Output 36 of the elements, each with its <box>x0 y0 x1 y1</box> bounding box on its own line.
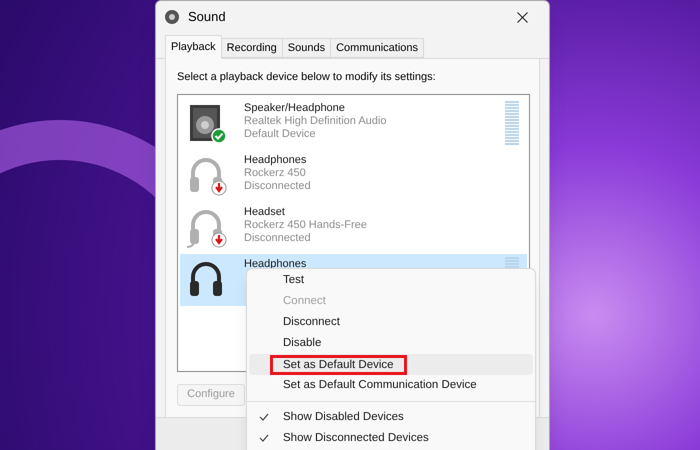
window-title: Sound <box>188 8 227 26</box>
device-name: Headphones <box>244 258 308 270</box>
speaker-icon <box>164 9 180 25</box>
menu-item[interactable]: Test <box>249 270 533 291</box>
menu-item[interactable]: Set as Default Device <box>249 354 533 375</box>
device-row[interactable]: Headset Rockerz 450 Hands-Free Disconnected <box>180 202 527 254</box>
instruction-text: Select a playback device below to modify its settings: <box>177 70 437 85</box>
device-detail: Rockerz 450 <box>244 166 307 180</box>
menu-item[interactable]: Disconnect <box>249 312 533 333</box>
menu-item-label: Disable <box>283 336 322 351</box>
menu-item[interactable]: Set as Default Communication Device <box>249 375 533 396</box>
menu-item-label: Disconnect <box>283 314 340 330</box>
menu-item-label: Set as Default Communication Device <box>283 378 477 393</box>
device-name: Speaker/Headphone <box>244 102 346 114</box>
menu-item[interactable]: Show Disabled Devices <box>249 407 533 428</box>
device-name: Headphones <box>244 154 308 166</box>
device-name: Headset <box>244 206 286 218</box>
device-row[interactable]: Headphones Rockerz 450 Disconnected <box>180 150 527 202</box>
menu-item-label: Show Disconnected Devices <box>283 430 429 446</box>
device-detail: Default Device <box>244 128 317 140</box>
device-detail: Disconnected <box>244 180 312 192</box>
device-detail: Realtek High Definition Audio <box>244 114 388 128</box>
tab[interactable]: Communications <box>330 38 424 58</box>
tab[interactable]: Sounds <box>282 38 332 58</box>
menu-item-label: Test <box>283 272 304 288</box>
device-detail: Disconnected <box>244 232 312 244</box>
annotated-menu-label: Set as Default Device <box>270 354 407 374</box>
menu-item[interactable]: Disable <box>249 333 533 354</box>
device-row[interactable]: Speaker/Headphone Realtek High Definition Audio Default Device <box>180 98 527 150</box>
device-detail: Rockerz 450 Hands-Free <box>244 218 368 232</box>
tab[interactable]: Playback <box>165 35 222 59</box>
close-icon <box>516 12 528 22</box>
menu-item-label: Show Disabled Devices <box>283 410 404 425</box>
menu-item[interactable]: Show Disconnected Devices <box>249 428 533 449</box>
menu-item-label: Connect <box>283 294 326 309</box>
tab[interactable]: Recording <box>220 38 283 58</box>
